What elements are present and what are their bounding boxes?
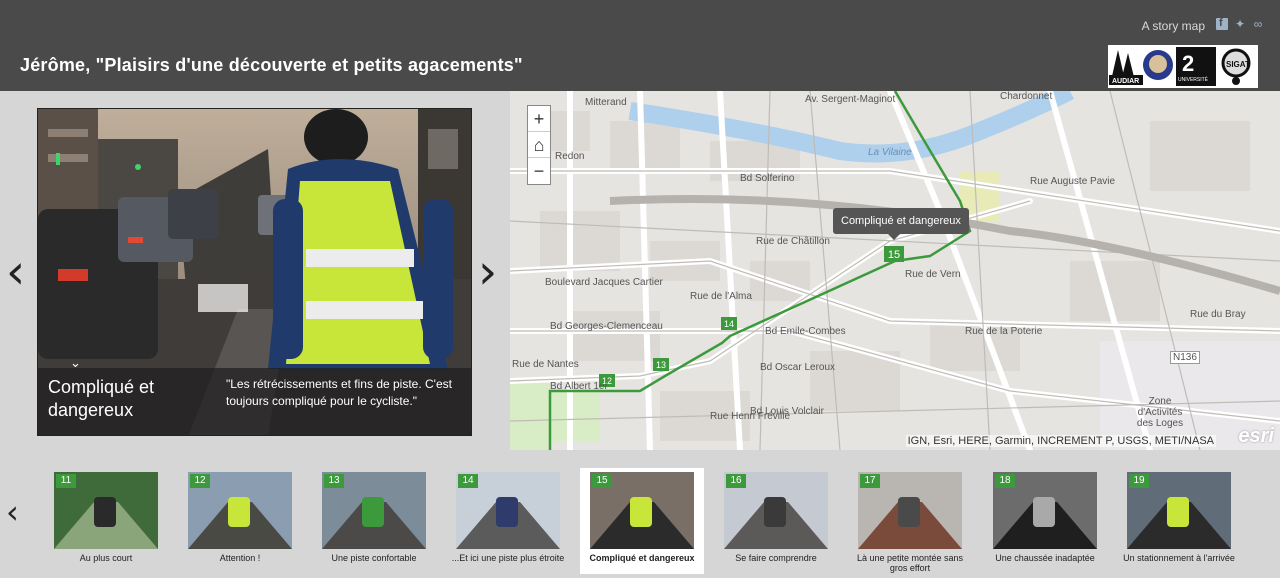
map-label: Rue de Nantes bbox=[512, 359, 579, 370]
svg-text:2: 2 bbox=[1182, 51, 1194, 76]
slide-thumbnail[interactable]: 12 bbox=[188, 472, 292, 549]
thumbnail-number: 11 bbox=[56, 474, 76, 488]
map-label: Bd Oscar Leroux bbox=[760, 362, 836, 373]
slide-thumbnail[interactable]: 16 bbox=[724, 472, 828, 549]
map-view[interactable]: 12 13 14 15 Av. Sergent-Maginot Chardonn… bbox=[510, 91, 1280, 450]
map-label: La Vilaine bbox=[868, 147, 912, 158]
thumbnail-number: 18 bbox=[995, 474, 1015, 488]
map-label: Bd Albert 1er bbox=[550, 381, 608, 392]
link-icon[interactable]: ∞ bbox=[1252, 18, 1264, 30]
map-label: Zone d'Activités des Loges bbox=[1136, 396, 1184, 429]
thumbs-prev-button[interactable]: ‹ bbox=[6, 496, 19, 528]
thumbnail-number: 19 bbox=[1129, 474, 1149, 488]
zoom-in-button[interactable]: + bbox=[528, 106, 550, 132]
thumbnail-number: 13 bbox=[324, 474, 344, 488]
thumbnail-number: 17 bbox=[860, 474, 880, 488]
next-slide-button[interactable]: › bbox=[478, 248, 497, 296]
zoom-control: + ⌂ − bbox=[527, 105, 551, 185]
thumbnail-label[interactable]: Attention ! bbox=[177, 553, 303, 563]
road-shield: N136 bbox=[1170, 351, 1200, 364]
zoom-out-button[interactable]: − bbox=[528, 158, 550, 184]
map-label: Rue Auguste Pavie bbox=[1030, 176, 1116, 187]
map-label: Rue de l'Alma bbox=[690, 291, 752, 302]
slide-thumbnail[interactable]: 19 bbox=[1127, 472, 1231, 549]
slide-thumbnail[interactable]: 15 bbox=[590, 472, 694, 549]
map-label: Chardonnet bbox=[1000, 91, 1053, 102]
svg-text:UNIVERSITÉ: UNIVERSITÉ bbox=[1178, 76, 1209, 83]
slide-thumbnail[interactable]: 17 bbox=[858, 472, 962, 549]
map-label: Redon bbox=[555, 151, 585, 162]
home-button[interactable]: ⌂ bbox=[528, 132, 550, 158]
marker-13: 13 bbox=[656, 360, 666, 370]
thumbnail-label[interactable]: ...Et ici une piste plus étroite bbox=[445, 553, 571, 563]
map-label: Boulevard Jacques Cartier bbox=[545, 277, 663, 288]
map-label: Bd Georges-Clemenceau bbox=[550, 321, 663, 332]
map-label: Bd Solferino bbox=[740, 173, 795, 184]
app-header: A story map ✦ ∞ Jérôme, "Plaisirs d'une … bbox=[0, 0, 1280, 91]
thumbnail-label[interactable]: Là une petite montée sans gros effort bbox=[847, 553, 973, 573]
map-label: Rue du Bray bbox=[1190, 309, 1246, 320]
marker-14: 14 bbox=[724, 319, 734, 329]
thumbnail-label[interactable]: Une chaussée inadaptée bbox=[982, 553, 1108, 563]
slide-thumbnail[interactable]: 14 bbox=[456, 472, 560, 549]
storymap-link[interactable]: A story map bbox=[1142, 19, 1205, 33]
thumbnail-label[interactable]: Un stationnement à l'arrivée bbox=[1116, 553, 1242, 563]
map-label: Rue de la Poterie bbox=[965, 326, 1043, 337]
prev-slide-button[interactable]: ‹ bbox=[6, 248, 25, 296]
page-title: Jérôme, "Plaisirs d'une découverte et pe… bbox=[20, 55, 523, 75]
thumbnail-number: 12 bbox=[190, 474, 210, 488]
slide-quote: "Les rétrécissements et fins de piste. C… bbox=[226, 377, 452, 408]
thumbnail-number: 15 bbox=[592, 474, 612, 488]
thumbnail-label[interactable]: Se faire comprendre bbox=[713, 553, 839, 563]
slide-title: Compliqué et dangereux bbox=[48, 377, 155, 420]
map-label: Rue de Châtillon bbox=[756, 236, 830, 247]
thumbnail-label[interactable]: Une piste confortable bbox=[311, 553, 437, 563]
map-popup: Compliqué et dangereux bbox=[833, 208, 969, 240]
partner-logos: AUDIAR 2 UNIVERSITÉ SIGAT bbox=[1108, 45, 1258, 88]
map-attribution: IGN, Esri, HERE, Garmin, INCREMENT P, US… bbox=[905, 435, 1216, 447]
map-label: Rue de Vern bbox=[905, 269, 961, 280]
thumbnail-label[interactable]: Compliqué et dangereux bbox=[579, 553, 705, 563]
slide-photo: ⌄ Compliqué et dangereux "Les rétrécisse… bbox=[37, 108, 472, 436]
twitter-icon[interactable]: ✦ bbox=[1234, 18, 1246, 30]
slide-thumbnail[interactable]: 18 bbox=[993, 472, 1097, 549]
svg-text:AUDIAR: AUDIAR bbox=[1112, 78, 1139, 85]
thumbnail-number: 16 bbox=[726, 474, 746, 488]
svg-text:SIGAT: SIGAT bbox=[1226, 60, 1250, 69]
facebook-icon[interactable] bbox=[1216, 17, 1228, 30]
esri-logo: esri bbox=[1238, 425, 1274, 447]
slide-thumbnail[interactable]: 11 bbox=[54, 472, 158, 549]
marker-15: 15 bbox=[888, 249, 900, 261]
thumbnail-number: 14 bbox=[458, 474, 478, 488]
social-bar: ✦ ∞ bbox=[1216, 17, 1264, 30]
thumbnail-label[interactable]: Au plus court bbox=[43, 553, 169, 563]
map-label: Mitterand bbox=[585, 97, 627, 108]
map-label: Bd Emile-Combes bbox=[765, 326, 846, 337]
slide-thumbnail[interactable]: 13 bbox=[322, 472, 426, 549]
map-label: Rue Henri Fréville bbox=[710, 411, 791, 422]
map-label: Av. Sergent-Maginot bbox=[805, 94, 896, 105]
caption-bar: Compliqué et dangereux "Les rétrécisseme… bbox=[38, 368, 471, 435]
